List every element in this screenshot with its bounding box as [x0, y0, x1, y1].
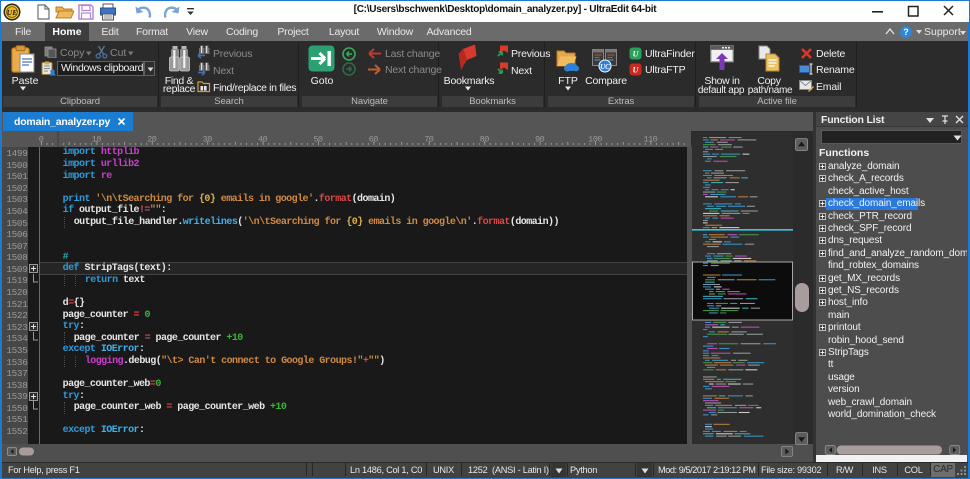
- svg-text:70: 70: [424, 135, 434, 145]
- svg-text:0: 0: [39, 135, 44, 145]
- svg-text:UE: UE: [7, 8, 17, 17]
- svg-text:110: 110: [643, 135, 657, 145]
- svg-text:50: 50: [313, 135, 323, 145]
- svg-text:20: 20: [147, 135, 157, 145]
- svg-text:10: 10: [92, 135, 102, 145]
- svg-text:100: 100: [588, 135, 602, 145]
- svg-text:90: 90: [535, 135, 545, 145]
- svg-text:60: 60: [369, 135, 379, 145]
- svg-text:UC: UC: [600, 63, 610, 71]
- svg-text:80: 80: [480, 135, 490, 145]
- svg-text:30: 30: [203, 135, 213, 145]
- svg-text:?: ?: [903, 27, 909, 37]
- svg-text:40: 40: [258, 135, 268, 145]
